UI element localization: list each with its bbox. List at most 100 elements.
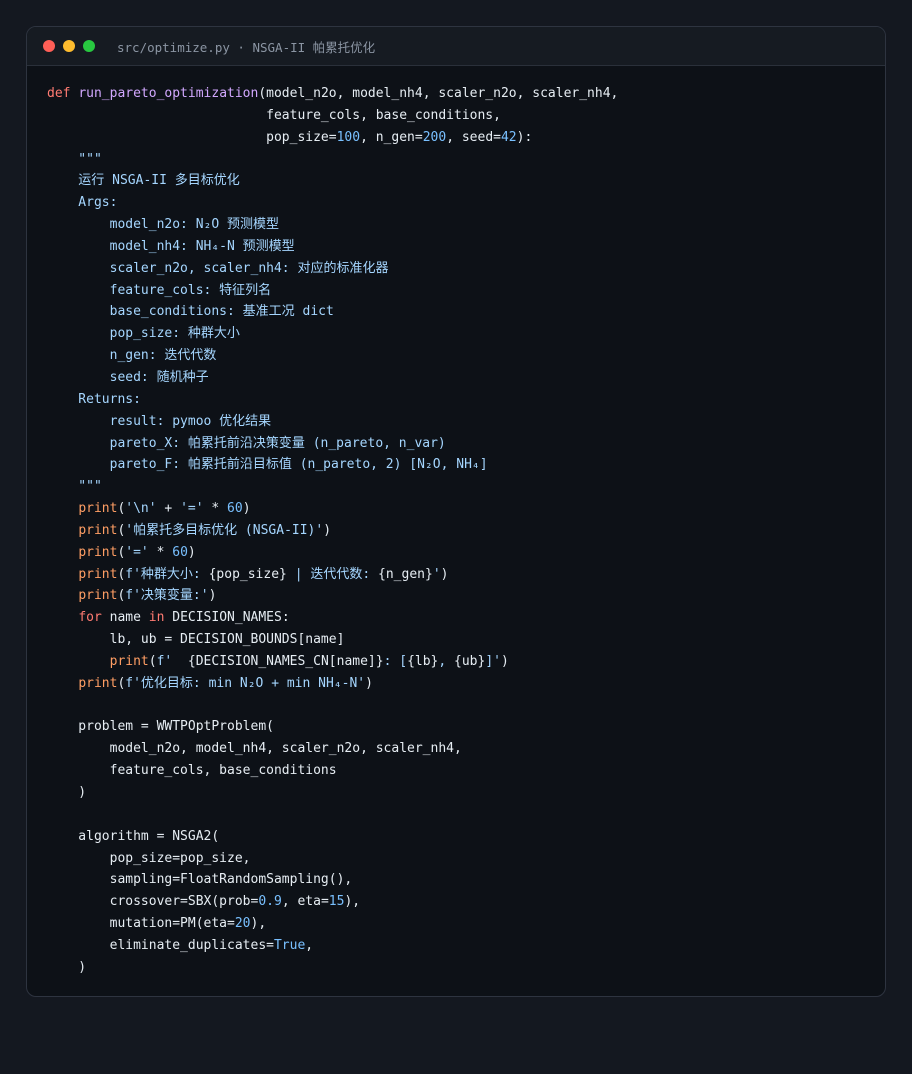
code-line: Args: (47, 192, 885, 214)
code-line: print('=' * 60) (47, 542, 885, 564)
code-token: print (78, 522, 118, 538)
code-token: model_n2o, model_nh4, scaler_n2o, scaler… (47, 741, 462, 757)
code-token: ]' (485, 653, 501, 669)
window-title: src/optimize.py · NSGA-II 帕累托优化 (117, 39, 376, 55)
code-token: ) (323, 522, 332, 538)
code-line: pop_size: 种群大小 (47, 323, 885, 345)
code-line: seed: 随机种子 (47, 367, 885, 389)
window-titlebar: src/optimize.py · NSGA-II 帕累托优化 (27, 27, 885, 66)
code-token: in (148, 610, 165, 626)
code-token: {pop_size} (208, 566, 287, 582)
code-token: (model_n2o, model_nh4, scaler_n2o, scale… (258, 86, 619, 101)
code-token: for (78, 610, 102, 626)
code-token: ) (208, 588, 217, 604)
code-token: ) (365, 675, 373, 691)
code-token: '帕累托多目标优化 (NSGA-II)' (125, 522, 324, 538)
code-token: mutation=PM(eta= (47, 916, 235, 932)
code-token: * (148, 544, 173, 560)
code-token: , (438, 653, 455, 669)
code-token: Args: (47, 195, 118, 211)
code-token: result: pymoo 优化结果 (47, 413, 272, 429)
code-token: , seed= (446, 129, 501, 145)
code-token: base_conditions: 基准工况 dict (47, 304, 334, 320)
close-dot-icon[interactable] (43, 40, 55, 52)
code-line: feature_cols: 特征列名 (47, 280, 885, 302)
code-token: problem = WWTPOptProblem( (47, 719, 274, 735)
code-token: 42 (500, 129, 517, 145)
code-token: 运行 NSGA-II 多目标优化 (47, 173, 240, 189)
code-line: print(f'决策变量:') (47, 585, 885, 607)
code-token: model_n2o: N₂O 预测模型 (47, 217, 280, 233)
code-token: ): (516, 129, 533, 145)
code-token: 200 (422, 129, 447, 145)
code-token: + (156, 501, 181, 517)
code-token: f' (156, 653, 188, 669)
code-line: mutation=PM(eta=20), (47, 913, 885, 935)
code-line: print(f'种群大小: {pop_size} | 迭代代数: {n_gen}… (47, 564, 885, 586)
code-token: lb, ub = DECISION_BOUNDS[name] (47, 632, 345, 648)
code-token: eliminate_duplicates= (47, 937, 274, 953)
code-line: print('帕累托多目标优化 (NSGA-II)') (47, 520, 885, 542)
code-token: 100 (336, 129, 361, 145)
code-token: algorithm = NSGA2( (47, 828, 220, 844)
code-token: def (47, 86, 71, 101)
code-line: lb, ub = DECISION_BOUNDS[name] (47, 629, 885, 651)
code-token: 0.9 (258, 894, 282, 910)
code-token: 60 (227, 501, 243, 517)
code-token: , eta= (281, 894, 329, 910)
code-token: '\n' (125, 501, 157, 517)
code-token: ) (47, 785, 87, 800)
code-line: print(f'优化目标: min N₂O + min NH₄-N') (47, 673, 885, 695)
code-token: '=' (180, 501, 204, 517)
code-line: """ (47, 476, 885, 498)
code-token: 60 (172, 544, 188, 560)
code-token: f'优化目标: min N₂O + min NH₄-N' (125, 675, 366, 691)
code-line: n_gen: 迭代代数 (47, 345, 885, 367)
code-token: n_gen: 迭代代数 (47, 348, 217, 364)
code-line: feature_cols, base_conditions (47, 760, 885, 782)
code-token: pop_size= (47, 129, 337, 145)
code-editor[interactable]: def run_pareto_optimization(model_n2o, m… (27, 66, 885, 979)
code-token: True (273, 937, 306, 953)
code-token: * (203, 501, 228, 517)
code-token: """ (47, 479, 102, 495)
code-line: print('\n' + '=' * 60) (47, 498, 885, 520)
code-token: feature_cols, base_conditions (47, 763, 337, 779)
code-line: for name in DECISION_NAMES: (47, 607, 885, 629)
code-token: 20 (234, 916, 251, 932)
code-line: eliminate_duplicates=True, (47, 935, 885, 957)
minimize-dot-icon[interactable] (63, 40, 75, 52)
code-token: f'种群大小: (125, 566, 209, 582)
code-line: pareto_X: 帕累托前沿决策变量 (n_pareto, n_var) (47, 433, 885, 455)
code-token: pop_size: 种群大小 (47, 326, 240, 342)
code-line: crossover=SBX(prob=0.9, eta=15), (47, 891, 885, 913)
code-token: ' (432, 566, 441, 582)
code-token: """ (47, 151, 102, 167)
code-token: print (78, 544, 118, 560)
code-line: pareto_F: 帕累托前沿目标值 (n_pareto, 2) [N₂O, N… (47, 454, 885, 476)
code-line: print(f' {DECISION_NAMES_CN[name]}: [{lb… (47, 651, 885, 673)
code-line: algorithm = NSGA2( (47, 826, 885, 848)
code-line: model_n2o, model_nh4, scaler_n2o, scaler… (47, 738, 885, 760)
code-line: sampling=FloatRandomSampling(), (47, 869, 885, 891)
code-token: feature_cols: 特征列名 (47, 282, 272, 298)
code-line: model_nh4: NH₄-N 预测模型 (47, 236, 885, 258)
code-token: ) (242, 501, 251, 517)
maximize-dot-icon[interactable] (83, 40, 95, 52)
code-token: print (78, 588, 118, 604)
code-line: pop_size=100, n_gen=200, seed=42): (47, 127, 885, 149)
code-line: model_n2o: N₂O 预测模型 (47, 214, 885, 236)
code-token: name (101, 610, 149, 626)
code-token: feature_cols, base_conditions, (47, 107, 501, 123)
code-token: {lb} (407, 653, 439, 669)
code-token: f'决策变量:' (125, 588, 209, 604)
code-token: pop_size=pop_size, (47, 850, 251, 866)
code-token: ), (344, 894, 361, 910)
code-line: """ (47, 149, 885, 171)
code-token: ( (148, 653, 157, 669)
